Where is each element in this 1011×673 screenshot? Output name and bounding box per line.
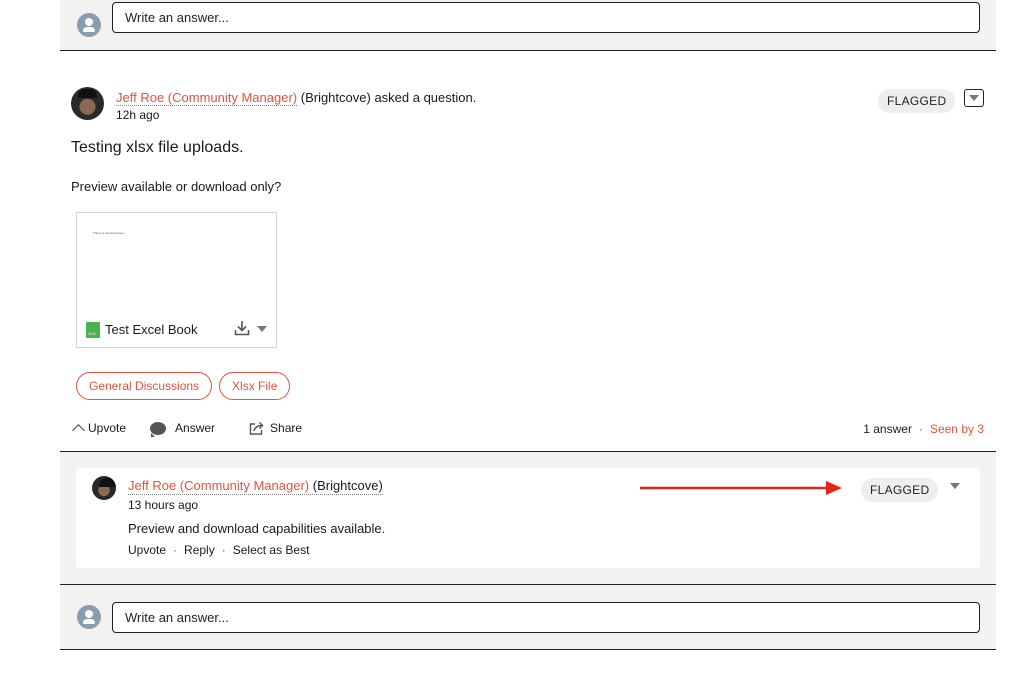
answer-label: Answer — [175, 421, 216, 435]
question-body: Preview available or download only? — [71, 179, 282, 194]
excel-file-icon: XLS — [86, 322, 100, 338]
caret-down-icon — [969, 95, 979, 101]
file-attachment[interactable]: This is a test document. XLS Test Excel … — [76, 212, 277, 348]
answer-flagged-badge: FLAGGED — [861, 478, 939, 502]
answer-count[interactable]: 1 answer — [863, 422, 912, 436]
write-answer-input-bottom[interactable] — [112, 601, 980, 633]
select-as-best-link[interactable]: Select as Best — [233, 543, 310, 557]
answer-actions: Upvote · Reply · Select as Best — [128, 543, 309, 557]
answer-button[interactable]: Answer — [150, 421, 216, 437]
question-actions: Upvote Answer Share — [72, 421, 336, 437]
share-button[interactable]: Share — [249, 421, 302, 435]
question-action-text: asked a question. — [374, 90, 477, 105]
tag-general-discussions[interactable]: General Discussions — [76, 372, 213, 400]
answer-upvote-link[interactable]: Upvote — [128, 543, 166, 557]
question-meta: Jeff Roe (Community Manager) (Brightcove… — [116, 89, 476, 107]
answer-author-avatar[interactable] — [92, 476, 116, 500]
answer-meta: Jeff Roe (Community Manager) (Brightcove… — [128, 478, 383, 495]
separator: · — [221, 543, 226, 557]
answer-menu-caret-icon[interactable] — [950, 483, 960, 489]
author-avatar[interactable] — [71, 87, 104, 120]
separator: · — [173, 543, 178, 557]
annotation-arrow-icon — [640, 481, 842, 495]
answer-author-company: (Brightcove) — [312, 478, 383, 493]
answer-card: Jeff Roe (Community Manager) (Brightcove… — [76, 468, 980, 568]
question-stats: 1 answer · Seen by 3 — [863, 422, 984, 436]
flagged-badge: FLAGGED — [878, 89, 956, 113]
question-menu-button[interactable] — [964, 89, 984, 107]
comment-bubble-icon — [150, 421, 167, 437]
tag-xlsx-file[interactable]: Xlsx File — [219, 372, 291, 400]
share-label: Share — [270, 421, 303, 435]
write-answer-input[interactable] — [112, 1, 980, 33]
answer-reply-link[interactable]: Reply — [184, 543, 215, 557]
author-link[interactable]: Jeff Roe (Community Manager) — [116, 90, 298, 106]
user-avatar-icon — [77, 13, 101, 37]
user-avatar-icon — [77, 605, 101, 629]
upvote-button[interactable]: Upvote — [72, 421, 127, 437]
tag-list: General Discussions Xlsx File — [76, 372, 291, 400]
author-company: (Brightcove) — [300, 90, 371, 105]
chevron-up-icon — [72, 424, 85, 437]
attachment-preview: This is a test document. — [93, 231, 125, 235]
download-icon[interactable] — [234, 320, 250, 336]
attachment-file-name[interactable]: Test Excel Book — [105, 322, 198, 337]
attachment-menu-caret-icon[interactable] — [257, 326, 267, 332]
question-title: Testing xlsx file uploads. — [71, 139, 244, 156]
share-icon — [249, 422, 264, 435]
answer-author-link[interactable]: Jeff Roe (Community Manager) — [128, 478, 309, 493]
answer-body: Preview and download capabilities availa… — [128, 521, 386, 536]
answer-time: 13 hours ago — [128, 498, 199, 512]
seen-by-link[interactable]: Seen by 3 — [930, 422, 984, 436]
upvote-label: Upvote — [88, 421, 127, 435]
top-answer-bar — [60, 0, 996, 51]
question-time: 12h ago — [116, 108, 160, 122]
stats-separator: · — [918, 422, 923, 436]
bottom-answer-bar — [60, 584, 996, 650]
